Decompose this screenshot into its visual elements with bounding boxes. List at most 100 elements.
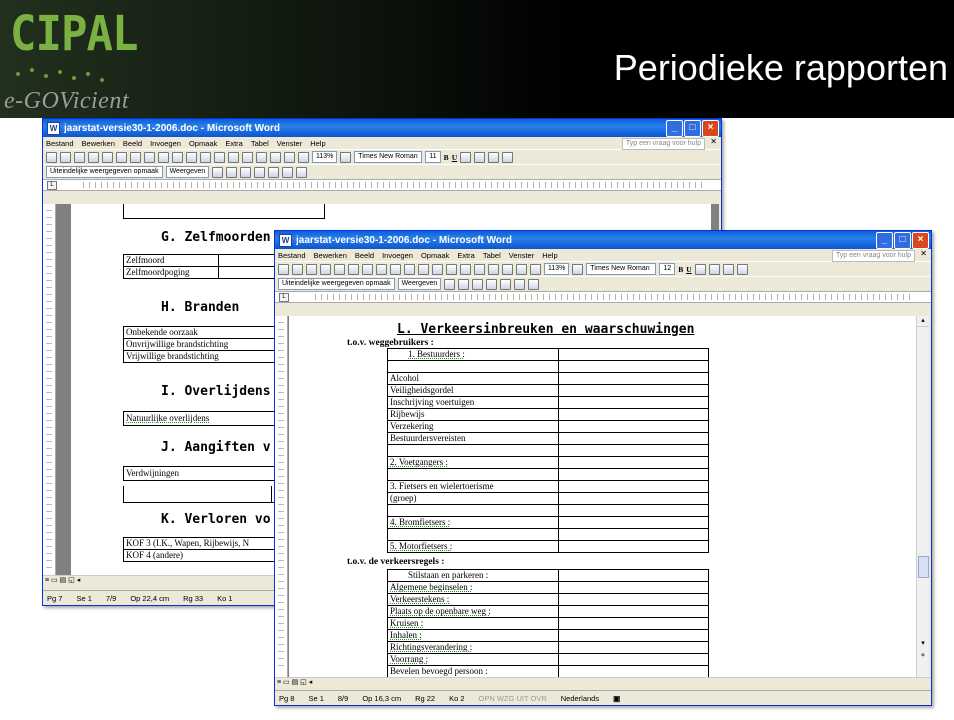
print-preview-icon[interactable] (362, 263, 373, 275)
font-size-select[interactable]: 11 (425, 151, 441, 163)
show-menu[interactable]: Weergeven (165, 166, 210, 178)
scroll-up-icon[interactable]: ▴ (917, 316, 929, 327)
close-button[interactable]: × (702, 120, 719, 137)
redo-icon[interactable] (228, 151, 239, 163)
new-icon[interactable] (278, 263, 289, 275)
maximize-button[interactable]: □ (684, 120, 701, 137)
copy-icon[interactable] (404, 263, 415, 275)
horizontal-ruler[interactable]: L (43, 179, 721, 191)
accept-change-icon[interactable] (472, 278, 484, 290)
columns-icon[interactable] (502, 263, 513, 275)
maximize-button[interactable]: □ (894, 232, 911, 249)
print-icon[interactable] (348, 263, 359, 275)
bullets-icon[interactable] (736, 263, 748, 275)
email-icon[interactable] (334, 263, 345, 275)
tab-selector[interactable]: L (47, 181, 57, 190)
open-icon[interactable] (60, 151, 71, 163)
menu-opmaak[interactable]: Opmaak (421, 251, 449, 260)
title-bar[interactable]: W jaarstat-versie30-1-2006.doc - Microso… (275, 231, 931, 249)
menu-bewerken[interactable]: Bewerken (82, 139, 115, 148)
permission-icon[interactable] (88, 151, 99, 163)
pilcrow-icon[interactable] (298, 151, 309, 163)
font-select[interactable]: Times New Roman (354, 151, 423, 163)
format-painter-icon[interactable] (432, 263, 443, 275)
zoom-select[interactable]: 113% (544, 263, 570, 275)
align-left-icon[interactable] (694, 263, 706, 275)
display-for-review-select[interactable]: Uiteindelijke weergegeven opmaak (278, 278, 395, 290)
table-icon[interactable] (256, 151, 267, 163)
spelling-status-icon[interactable]: ▣ (613, 694, 620, 703)
display-for-review-select[interactable]: Uiteindelijke weergegeven opmaak (46, 166, 163, 178)
redo-icon[interactable] (460, 263, 471, 275)
help-search-input[interactable]: Typ een vraag voor hulp (831, 250, 915, 262)
cut-icon[interactable] (390, 263, 401, 275)
view-buttons[interactable]: ≡ ▭ ▤ ◱ ◂ (275, 677, 931, 688)
menu-help[interactable]: Help (542, 251, 557, 260)
spelling-icon[interactable] (144, 151, 155, 163)
underline-button[interactable]: U (686, 265, 691, 274)
print-icon[interactable] (116, 151, 127, 163)
hyperlink-icon[interactable] (474, 263, 485, 275)
spelling-icon[interactable] (376, 263, 387, 275)
browse-object-icon[interactable]: ⋄ (917, 651, 929, 673)
menu-help[interactable]: Help (310, 139, 325, 148)
help-search-input[interactable]: Typ een vraag voor hulp (621, 138, 705, 150)
menu-venster[interactable]: Venster (509, 251, 534, 260)
accept-change-icon[interactable] (240, 166, 252, 178)
open-icon[interactable] (292, 263, 303, 275)
menu-beeld[interactable]: Beeld (355, 251, 374, 260)
cut-icon[interactable] (158, 151, 169, 163)
menu-beeld[interactable]: Beeld (123, 139, 142, 148)
minimize-button[interactable]: _ (666, 120, 683, 137)
menu-tabel[interactable]: Tabel (483, 251, 501, 260)
comment-icon[interactable] (500, 278, 512, 290)
doc-close-icon[interactable]: ✕ (920, 249, 927, 258)
title-bar[interactable]: W jaarstat-versie30-1-2006.doc - Microso… (43, 119, 721, 137)
horizontal-ruler[interactable]: L (275, 291, 931, 303)
minimize-button[interactable]: _ (876, 232, 893, 249)
drawing-icon[interactable] (516, 263, 527, 275)
align-right-icon[interactable] (722, 263, 734, 275)
hyperlink-icon[interactable] (242, 151, 253, 163)
close-button[interactable]: × (912, 232, 929, 249)
reject-change-icon[interactable] (486, 278, 498, 290)
next-change-icon[interactable] (458, 278, 470, 290)
menu-extra[interactable]: Extra (457, 251, 475, 260)
undo-icon[interactable] (446, 263, 457, 275)
menu-venster[interactable]: Venster (277, 139, 302, 148)
menu-opmaak[interactable]: Opmaak (189, 139, 217, 148)
bullets-icon[interactable] (502, 151, 514, 163)
format-painter-icon[interactable] (200, 151, 211, 163)
font-select[interactable]: Times New Roman (586, 263, 657, 275)
tab-selector[interactable]: L (279, 293, 289, 302)
reviewing-pane-icon[interactable] (528, 278, 540, 290)
reviewing-pane-icon[interactable] (296, 166, 308, 178)
paste-icon[interactable] (418, 263, 429, 275)
zoom-select[interactable]: 113% (312, 151, 338, 163)
align-center-icon[interactable] (708, 263, 720, 275)
previous-change-icon[interactable] (444, 278, 456, 290)
paste-icon[interactable] (186, 151, 197, 163)
pilcrow-icon[interactable] (530, 263, 541, 275)
undo-icon[interactable] (214, 151, 225, 163)
show-menu[interactable]: Weergeven (397, 278, 442, 290)
menu-bestand[interactable]: Bestand (278, 251, 306, 260)
help-icon[interactable] (340, 151, 352, 163)
document-area[interactable]: L. Verkeersinbreuken en waarschuwingen t… (275, 316, 929, 677)
copy-icon[interactable] (172, 151, 183, 163)
help-icon[interactable] (572, 263, 584, 275)
document-page[interactable]: L. Verkeersinbreuken en waarschuwingen t… (289, 316, 917, 677)
menu-invoegen[interactable]: Invoegen (150, 139, 181, 148)
new-icon[interactable] (46, 151, 57, 163)
reject-change-icon[interactable] (254, 166, 266, 178)
next-change-icon[interactable] (226, 166, 238, 178)
bold-button[interactable]: B (678, 265, 683, 274)
align-center-icon[interactable] (474, 151, 486, 163)
menu-invoegen[interactable]: Invoegen (382, 251, 413, 260)
print-preview-icon[interactable] (130, 151, 141, 163)
align-left-icon[interactable] (460, 151, 472, 163)
menu-bewerken[interactable]: Bewerken (314, 251, 347, 260)
underline-button[interactable]: U (452, 153, 457, 162)
email-icon[interactable] (102, 151, 113, 163)
highlight-icon[interactable] (282, 166, 294, 178)
